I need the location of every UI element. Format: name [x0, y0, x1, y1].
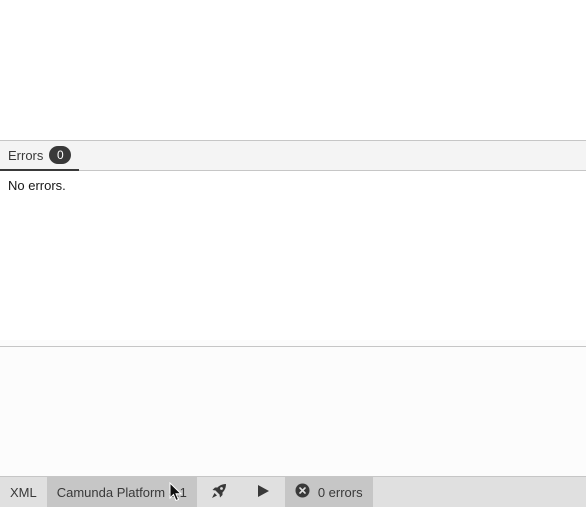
panel-tab-bar: Errors 0 — [0, 141, 586, 171]
format-button[interactable]: XML — [0, 477, 47, 507]
format-label: XML — [10, 484, 37, 500]
status-bar: XML Camunda Platform 8.1 0 errors — [0, 476, 586, 507]
rocket-icon — [210, 482, 228, 503]
tab-errors-label: Errors — [8, 147, 44, 163]
properties-area — [0, 340, 586, 476]
modeler-window: Errors 0 No errors. XML Camunda Platform… — [0, 0, 586, 507]
errors-count-badge: 0 — [49, 146, 72, 164]
play-icon — [256, 484, 270, 501]
errors-status-button[interactable]: 0 errors — [284, 477, 373, 507]
run-button[interactable] — [241, 477, 285, 507]
panel-content: No errors. — [0, 171, 586, 200]
deploy-button[interactable] — [197, 477, 241, 507]
engine-label: Camunda Platform 8.1 — [56, 484, 187, 500]
problems-panel: Errors 0 No errors. — [0, 140, 586, 341]
tab-errors[interactable]: Errors 0 — [0, 141, 80, 171]
error-circle-icon — [295, 483, 310, 501]
panel-resizer[interactable] — [0, 346, 586, 347]
diagram-canvas[interactable] — [0, 0, 586, 140]
engine-version-button[interactable]: Camunda Platform 8.1 — [46, 477, 197, 507]
errors-count-label: 0 errors — [317, 484, 363, 500]
no-errors-message: No errors. — [8, 178, 66, 193]
